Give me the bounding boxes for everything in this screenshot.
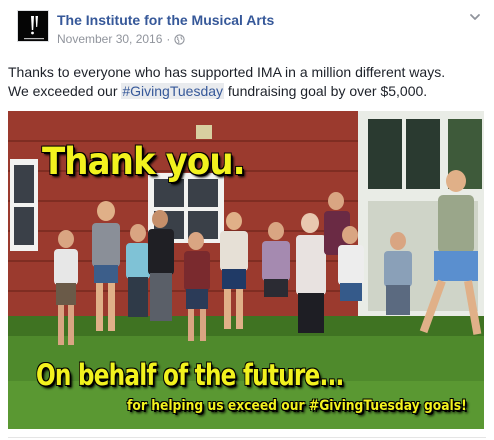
post-photo[interactable]: Thank you. On behalf of the future... fo… (8, 111, 484, 429)
photo-overlay-subtitle: On behalf of the future... (36, 358, 344, 392)
photo-overlay-title: Thank you. (42, 140, 246, 183)
post-text-after-hashtag: fundraising goal by over $5,000. (224, 83, 428, 99)
ima-logo (18, 11, 48, 41)
meta-separator: · (166, 32, 171, 46)
hashtag-link[interactable]: #GivingTuesday (121, 83, 225, 99)
post-divider (8, 437, 486, 438)
post-timestamp[interactable]: November 30, 2016 (57, 32, 162, 46)
facebook-post: The Institute for the Musical Arts Novem… (0, 0, 494, 440)
post-text-line-1: Thanks to everyone who has supported IMA… (8, 64, 446, 80)
globe-icon[interactable] (174, 33, 186, 45)
post-meta: November 30, 2016 · (57, 32, 186, 46)
page-name-link[interactable]: The Institute for the Musical Arts (57, 12, 274, 28)
chevron-down-icon[interactable] (468, 10, 482, 24)
post-message: Thanks to everyone who has supported IMA… (8, 63, 486, 101)
post-text-line-2: We exceeded our #GivingTuesday fundraisi… (8, 82, 486, 101)
page-avatar[interactable] (17, 10, 49, 42)
photo-overlay-caption: for helping us exceed our #GivingTuesday… (127, 398, 467, 414)
post-text-before-hashtag: We exceeded our (8, 83, 122, 99)
